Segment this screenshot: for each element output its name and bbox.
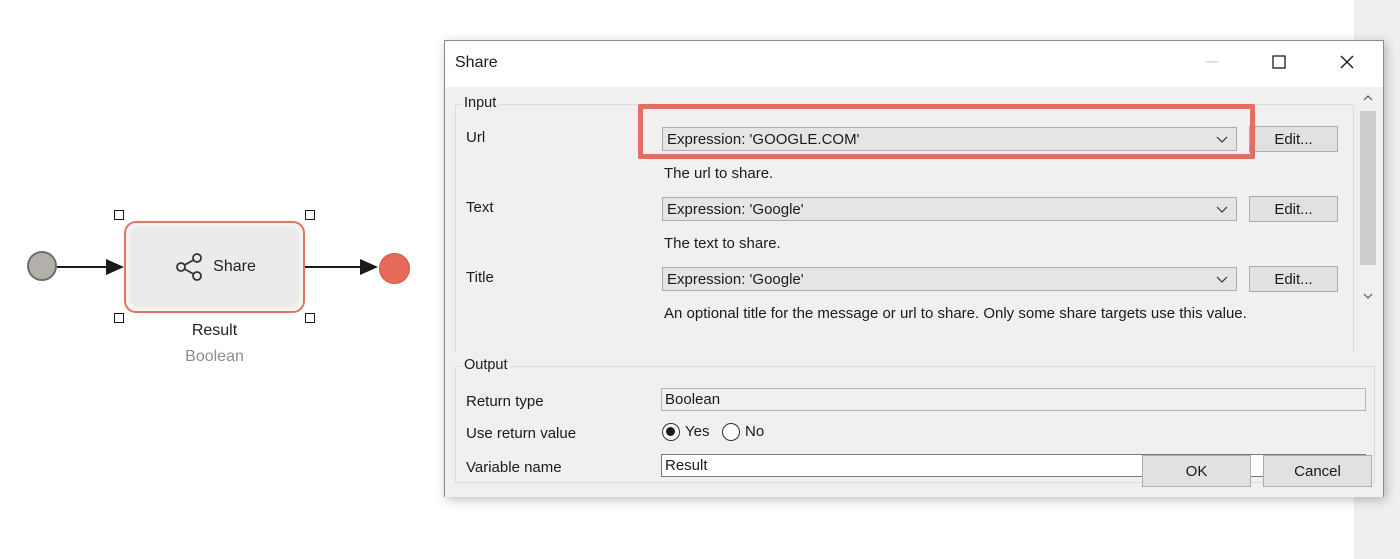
end-event[interactable] [379, 253, 410, 284]
return-type-field: Boolean [661, 388, 1366, 411]
result-variable-type: Boolean [185, 348, 244, 365]
cancel-button[interactable]: Cancel [1263, 455, 1372, 487]
variable-name-input[interactable]: Result [661, 454, 1366, 477]
url-edit-button[interactable]: Edit... [1249, 126, 1338, 152]
sequence-flow-start[interactable] [57, 266, 109, 268]
title-edit-button[interactable]: Edit... [1249, 266, 1338, 292]
result-variable-name: Result [191, 322, 238, 339]
maximize-icon [1272, 55, 1286, 69]
minimize-icon [1206, 61, 1218, 63]
input-group-title: Input [462, 95, 499, 111]
url-expression-value: Expression: 'GOOGLE.COM' [667, 131, 860, 148]
input-group: Input Url Expression: 'GOOGLE.COM' Edit.… [454, 95, 1354, 352]
close-icon [1340, 55, 1354, 69]
variable-name-label: Variable name [466, 459, 562, 476]
share-icon [176, 253, 203, 281]
text-label: Text [466, 199, 494, 216]
chevron-down-icon [1216, 136, 1228, 143]
use-return-value-label: Use return value [466, 425, 577, 442]
dialog-title: Share [455, 54, 498, 71]
arrow-head-icon [360, 259, 378, 275]
resize-handle-top-left[interactable] [114, 210, 124, 220]
text-edit-button[interactable]: Edit... [1249, 196, 1338, 222]
chevron-down-icon [1216, 276, 1228, 283]
share-activity[interactable]: Share [124, 221, 305, 313]
title-hint: An optional title for the message or url… [664, 305, 1247, 322]
resize-handle-bottom-left[interactable] [114, 313, 124, 323]
title-label: Title [466, 269, 494, 286]
input-scrollbar[interactable] [1359, 87, 1377, 352]
title-expression-dropdown[interactable]: Expression: 'Google' [662, 267, 1237, 291]
text-expression-dropdown[interactable]: Expression: 'Google' [662, 197, 1237, 221]
scrollbar-thumb[interactable] [1360, 111, 1376, 265]
activity-label: Share [213, 258, 256, 275]
title-expression-value: Expression: 'Google' [667, 271, 804, 288]
scroll-up-icon[interactable] [1362, 91, 1374, 105]
text-hint: The text to share. [664, 235, 781, 252]
use-return-no-label[interactable]: No [745, 423, 764, 440]
microflow-canvas: Share Result Boolean [0, 0, 440, 559]
dialog-body: Input Url Expression: 'GOOGLE.COM' Edit.… [445, 87, 1383, 497]
chevron-down-icon [1216, 206, 1228, 213]
ok-button[interactable]: OK [1142, 455, 1251, 487]
close-button[interactable] [1318, 41, 1376, 83]
use-return-no-radio[interactable] [722, 423, 740, 441]
start-event[interactable] [27, 251, 57, 281]
resize-handle-top-right[interactable] [305, 210, 315, 220]
sequence-flow-end[interactable] [305, 266, 361, 268]
use-return-yes-label[interactable]: Yes [685, 423, 709, 440]
dialog-titlebar[interactable]: Share [445, 41, 1383, 87]
output-group-title: Output [462, 357, 510, 373]
return-type-label: Return type [466, 393, 544, 410]
resize-handle-bottom-right[interactable] [305, 313, 315, 323]
scroll-down-icon[interactable] [1362, 289, 1374, 303]
url-label: Url [466, 129, 486, 146]
arrow-head-icon [106, 259, 124, 275]
maximize-button[interactable] [1250, 41, 1308, 83]
url-expression-dropdown[interactable]: Expression: 'GOOGLE.COM' [662, 127, 1237, 151]
use-return-yes-radio[interactable] [662, 423, 680, 441]
minimize-button[interactable] [1183, 41, 1241, 83]
url-hint: The url to share. [664, 165, 774, 182]
text-expression-value: Expression: 'Google' [667, 201, 804, 218]
share-dialog: Share Input Url Expression: 'GOOGLE.COM'… [444, 40, 1384, 497]
